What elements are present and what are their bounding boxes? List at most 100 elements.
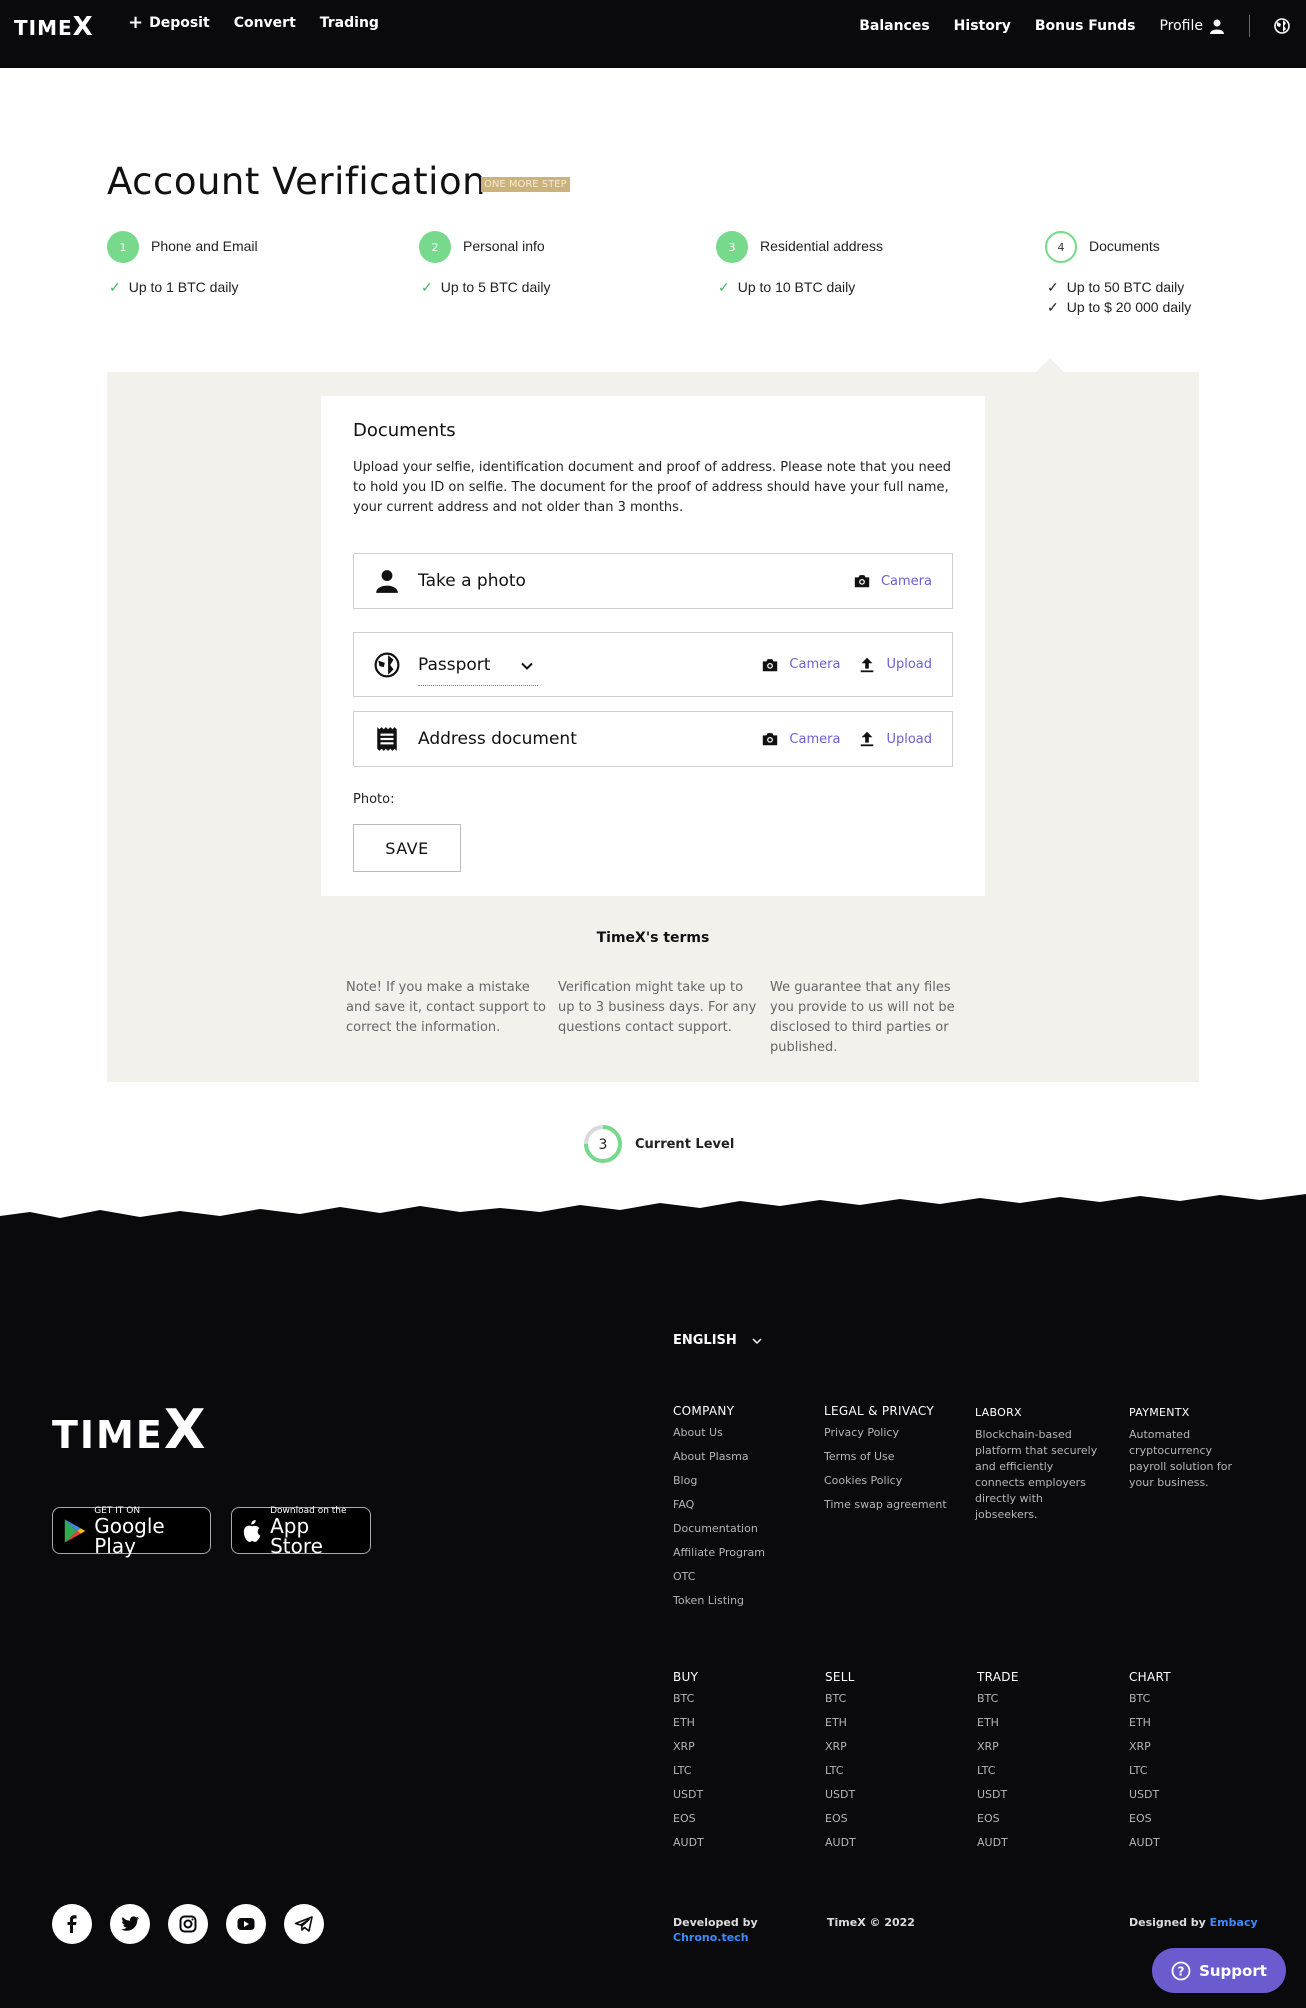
footer-link[interactable]: Blog — [673, 1474, 765, 1498]
current-level-label: Current Level — [635, 1136, 735, 1152]
footer-link[interactable]: BTC — [977, 1692, 1019, 1716]
nav-history-label: History — [953, 18, 1011, 34]
step-limit: ✓ Up to 10 BTC daily — [716, 277, 855, 297]
footer-link[interactable]: ETH — [1129, 1716, 1171, 1740]
id-actions: Camera Upload — [761, 656, 932, 674]
camera-label: Camera — [789, 657, 841, 672]
footer-link[interactable]: EOS — [1129, 1812, 1171, 1836]
footer-link[interactable]: FAQ — [673, 1498, 765, 1522]
footer-link[interactable]: AUDT — [825, 1836, 856, 1860]
support-button[interactable]: ? Support — [1152, 1948, 1286, 1993]
term-note: Note! If you make a mistake and save it,… — [346, 980, 547, 1035]
footer-link[interactable]: LTC — [977, 1764, 1019, 1788]
upload-icon — [861, 657, 874, 672]
nav-balances-label: Balances — [859, 18, 930, 34]
selfie-actions: Camera — [853, 572, 932, 590]
app-store-text: Download on the App Store — [270, 1506, 360, 1556]
footer-link[interactable]: EOS — [825, 1812, 856, 1836]
footer-link[interactable]: USDT — [1129, 1788, 1171, 1812]
step-title: Residential address — [760, 238, 883, 254]
save-button[interactable]: SAVE — [353, 824, 461, 872]
footer-link[interactable]: XRP — [1129, 1740, 1171, 1764]
nav-profile[interactable]: Profile — [1159, 18, 1225, 34]
nav-deposit[interactable]: + Deposit — [128, 14, 210, 32]
instagram-icon[interactable] — [168, 1904, 208, 1944]
footer-link[interactable]: XRP — [673, 1740, 704, 1764]
address-camera-button[interactable]: Camera — [761, 730, 840, 748]
nav-divider — [1249, 15, 1250, 37]
google-play-button[interactable]: GET IT ON Google Play — [52, 1506, 211, 1556]
developer-link[interactable]: Chrono.tech — [673, 1930, 758, 1945]
footer-link[interactable]: BTC — [1129, 1692, 1171, 1716]
footer-link[interactable]: BTC — [825, 1692, 856, 1716]
chevron-down-icon[interactable] — [520, 659, 534, 673]
footer-link[interactable]: Affiliate Program — [673, 1546, 765, 1570]
designer-link[interactable]: Embacy — [1210, 1916, 1258, 1929]
step-limits: ✓ Up to 5 BTC daily — [419, 277, 550, 297]
step-limit-text: Up to 50 BTC daily — [1066, 279, 1185, 295]
logo-x: X — [72, 12, 94, 42]
footer-link[interactable]: EOS — [673, 1812, 704, 1836]
footer-link[interactable]: LTC — [673, 1764, 704, 1788]
footer-link[interactable]: ETH — [977, 1716, 1019, 1740]
footer-logo[interactable]: TIMEX — [52, 1398, 207, 1461]
footer-link[interactable]: Time swap agreement — [824, 1498, 947, 1522]
designed-by: Designed by Embacy — [1129, 1915, 1258, 1930]
timex-logo[interactable]: TIMEX — [14, 12, 94, 42]
globe-icon[interactable] — [1274, 18, 1290, 34]
telegram-icon[interactable] — [284, 1904, 324, 1944]
id-document-row: Passport Camera Upload — [353, 632, 953, 697]
footer-trade-head: TRADE — [977, 1670, 1019, 1684]
step-title: Documents — [1089, 238, 1160, 254]
footer-paymentx-head[interactable]: PAYMENTX — [1129, 1406, 1244, 1419]
selfie-camera-button[interactable]: Camera — [853, 572, 932, 590]
footer-link[interactable]: Token Listing — [673, 1594, 765, 1618]
twitter-icon[interactable] — [110, 1904, 150, 1944]
step-title: Personal info — [463, 238, 545, 254]
footer-link[interactable]: LTC — [1129, 1764, 1171, 1788]
support-label: Support — [1199, 1961, 1267, 1980]
footer-link[interactable]: USDT — [825, 1788, 856, 1812]
youtube-icon[interactable] — [226, 1904, 266, 1944]
language-selector[interactable]: ENGLISH — [673, 1333, 763, 1348]
nav-trading[interactable]: Trading — [320, 15, 379, 31]
footer-laborx-head[interactable]: LABORX — [975, 1406, 1105, 1419]
footer-link[interactable]: BTC — [673, 1692, 704, 1716]
footer-legal-head: LEGAL & PRIVACY — [824, 1404, 934, 1418]
footer-link[interactable]: EOS — [977, 1812, 1019, 1836]
nav-balances[interactable]: Balances — [859, 18, 929, 34]
select-underline — [418, 685, 538, 686]
footer-link[interactable]: Cookies Policy — [824, 1474, 947, 1498]
step-number: 2 — [419, 231, 451, 263]
footer-link[interactable]: USDT — [673, 1788, 704, 1812]
footer-link[interactable]: About Plasma — [673, 1450, 765, 1474]
footer-link[interactable]: USDT — [977, 1788, 1019, 1812]
app-store-big: App Store — [270, 1513, 323, 1558]
nav-history[interactable]: History — [954, 18, 1011, 34]
footer-link[interactable]: LTC — [825, 1764, 856, 1788]
footer-link[interactable]: Documentation — [673, 1522, 765, 1546]
nav-convert[interactable]: Convert — [234, 15, 296, 31]
id-camera-button[interactable]: Camera — [761, 656, 840, 674]
id-upload-button[interactable]: Upload — [858, 656, 932, 674]
facebook-icon[interactable] — [52, 1904, 92, 1944]
footer-buy: BUY BTC ETH XRP LTC USDT EOS AUDT — [673, 1670, 704, 1860]
footer-link[interactable]: OTC — [673, 1570, 765, 1594]
footer-link[interactable]: About Us — [673, 1426, 765, 1450]
app-store-button[interactable]: Download on the App Store — [231, 1506, 371, 1556]
footer-link[interactable]: ETH — [825, 1716, 856, 1740]
footer-link[interactable]: ETH — [673, 1716, 704, 1740]
id-type-select[interactable]: Passport — [418, 655, 490, 675]
footer-link[interactable]: AUDT — [673, 1836, 704, 1860]
footer-laborx: LABORX Blockchain-based platform that se… — [975, 1406, 1105, 1523]
footer-link[interactable]: Terms of Use — [824, 1450, 947, 1474]
footer-link[interactable]: Privacy Policy — [824, 1426, 947, 1450]
address-upload-button[interactable]: Upload — [858, 730, 932, 748]
footer-link[interactable]: XRP — [825, 1740, 856, 1764]
footer-link[interactable]: AUDT — [977, 1836, 1019, 1860]
footer-link[interactable]: AUDT — [1129, 1836, 1171, 1860]
nav-bonus-funds[interactable]: Bonus Funds — [1035, 18, 1136, 34]
nav-left: + Deposit Convert Trading — [128, 14, 379, 32]
footer-link[interactable]: XRP — [977, 1740, 1019, 1764]
documents-description: Upload your selfie, identification docum… — [353, 460, 952, 515]
